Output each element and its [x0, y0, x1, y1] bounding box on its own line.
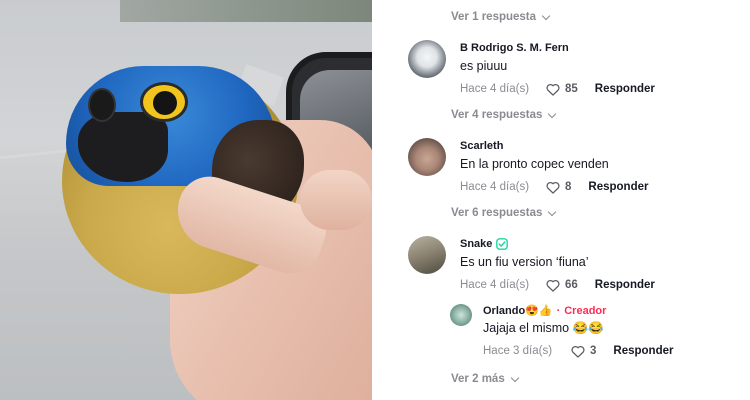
comment-author[interactable]: Orlando😍👍 · Creador — [483, 304, 607, 318]
author-name: B Rodrigo S. M. Fern — [460, 42, 569, 54]
chevron-down-icon — [548, 207, 557, 216]
view-more-replies-link[interactable]: Ver 2 más — [451, 371, 519, 387]
comment-item: Snake Es un fiu version ‘fiuna’ Hace 4 d… — [408, 236, 738, 296]
finger — [300, 170, 372, 230]
like-button[interactable]: 8 — [546, 181, 571, 194]
comment-text: Es un fiu version ‘fiuna’ — [460, 255, 589, 269]
like-count: 85 — [565, 83, 578, 95]
plush-bird-eye-left — [88, 88, 116, 122]
author-name: Orlando😍👍 — [483, 305, 553, 317]
like-count: 66 — [565, 279, 578, 291]
comment-text: Jajaja el mismo 😂😂 — [483, 321, 604, 335]
view-replies-link[interactable]: Ver 1 respuesta — [451, 9, 551, 25]
reply-button[interactable]: Responder — [595, 83, 655, 95]
comment-meta: Hace 3 día(s) 3 Responder — [483, 343, 673, 359]
comment-author[interactable]: B Rodrigo S. M. Fern — [460, 42, 569, 54]
chevron-down-icon — [541, 11, 551, 20]
separator-dot: · — [556, 304, 561, 317]
comment-text: es piuuu — [460, 59, 508, 73]
comment-author[interactable]: Snake — [460, 238, 509, 250]
reply-button[interactable]: Responder — [595, 279, 655, 291]
like-button[interactable]: 3 — [571, 345, 596, 358]
comment-meta: Hace 4 día(s) 85 Responder — [460, 81, 655, 97]
comment-date: Hace 3 día(s) — [483, 345, 553, 357]
comment-date: Hace 4 día(s) — [460, 83, 530, 95]
avatar[interactable] — [408, 138, 446, 176]
author-name: Scarleth — [460, 140, 504, 152]
comment-date: Hace 4 día(s) — [460, 279, 530, 291]
reply-button[interactable]: Responder — [613, 345, 673, 357]
author-name: Snake — [460, 238, 493, 250]
chevron-down-icon — [510, 373, 519, 382]
reply-button[interactable]: Responder — [588, 181, 648, 193]
like-count: 8 — [565, 181, 572, 193]
verified-badge-icon — [496, 238, 509, 250]
heart-outline-icon — [571, 345, 585, 358]
heart-outline-icon — [546, 279, 560, 292]
background-vegetation — [120, 0, 372, 22]
heart-outline-icon — [546, 83, 560, 96]
view-replies-link[interactable]: Ver 6 respuestas — [451, 205, 557, 221]
comment-item: Scarleth En la pronto copec venden Hace … — [408, 138, 738, 198]
view-replies-link[interactable]: Ver 4 respuestas — [451, 107, 557, 123]
comment-meta: Hace 4 día(s) 8 Responder — [460, 179, 648, 195]
view-replies-label: Ver 1 respuesta — [451, 11, 537, 23]
comment-date: Hace 4 día(s) — [460, 181, 530, 193]
comment-text: En la pronto copec venden — [460, 157, 609, 171]
like-count: 3 — [590, 345, 597, 357]
view-replies-label: Ver 6 respuestas — [451, 207, 543, 219]
avatar[interactable] — [408, 40, 446, 78]
chevron-down-icon — [548, 109, 557, 118]
like-button[interactable]: 85 — [546, 83, 578, 96]
comments-panel: Ver 1 respuesta B Rodrigo S. M. Fern es … — [372, 0, 750, 400]
avatar[interactable] — [450, 304, 472, 326]
video-frame[interactable] — [0, 0, 372, 400]
view-replies-label: Ver 4 respuestas — [451, 109, 543, 121]
creator-badge: Creador — [564, 304, 607, 317]
comment-author[interactable]: Scarleth — [460, 140, 503, 152]
plush-bird-eye-right — [140, 82, 188, 122]
comment-meta: Hace 4 día(s) 66 Responder — [460, 277, 655, 293]
avatar[interactable] — [408, 236, 446, 274]
like-button[interactable]: 66 — [546, 279, 578, 292]
heart-outline-icon — [546, 181, 560, 194]
comment-item: B Rodrigo S. M. Fern es piuuu Hace 4 día… — [408, 40, 738, 100]
reply-item: Orlando😍👍 · Creador Jajaja el mismo 😂😂 H… — [450, 302, 750, 362]
view-replies-label: Ver 2 más — [451, 373, 505, 385]
